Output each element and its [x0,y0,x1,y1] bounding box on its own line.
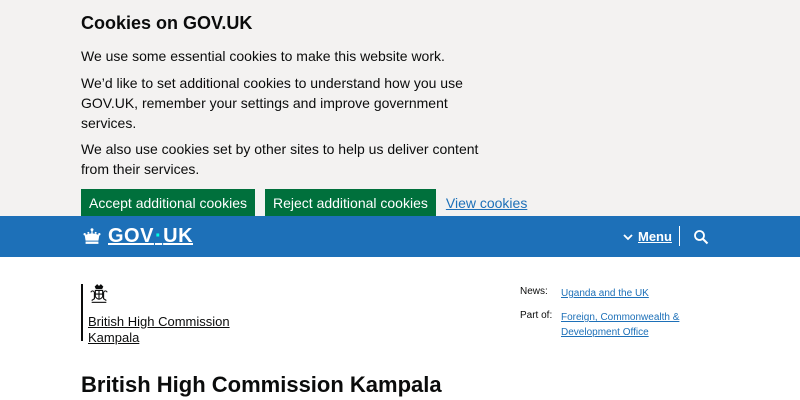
cookie-actions: Accept additional cookies Reject additio… [81,189,800,216]
news-link[interactable]: Uganda and the UK [561,286,701,301]
cookie-banner: Cookies on GOV.UK We use some essential … [0,0,800,216]
related-links: News: Uganda and the UK Part of: Foreign… [520,286,701,349]
cookie-text-third-party: We also use cookies set by other sites t… [81,141,479,177]
govuk-logo[interactable]: GOV·UK [81,225,193,248]
part-of-link[interactable]: Foreign, Commonwealth & Development Offi… [561,310,701,340]
cookie-text-essential: We use some essential cookies to make th… [81,48,445,64]
accept-cookies-button[interactable]: Accept additional cookies [81,189,255,216]
reject-cookies-button[interactable]: Reject additional cookies [265,189,436,216]
part-of-label: Part of: [520,310,553,321]
govuk-header: GOV·UK Menu [0,216,800,257]
menu-button[interactable]: Menu [623,229,672,244]
cookie-banner-title: Cookies on GOV.UK [81,13,253,33]
organisation-link[interactable]: British High Commission Kampala [88,314,238,346]
royal-crest-icon [90,284,108,303]
crown-icon [83,227,101,244]
view-cookies-link[interactable]: View cookies [446,195,527,211]
logo-text: GOV·UK [108,225,194,247]
organisation-logo: British High Commission Kampala [81,284,238,345]
search-icon[interactable] [693,229,709,245]
news-label: News: [520,286,548,297]
page-title: British High Commission Kampala [81,372,442,397]
part-of-row: Part of: Foreign, Commonwealth & Develop… [520,310,701,340]
cookie-text-additional: We’d like to set additional cookies to u… [81,75,463,131]
menu-label: Menu [638,229,672,244]
news-row: News: Uganda and the UK [520,286,701,301]
header-divider [679,226,680,246]
chevron-down-icon [623,233,633,240]
